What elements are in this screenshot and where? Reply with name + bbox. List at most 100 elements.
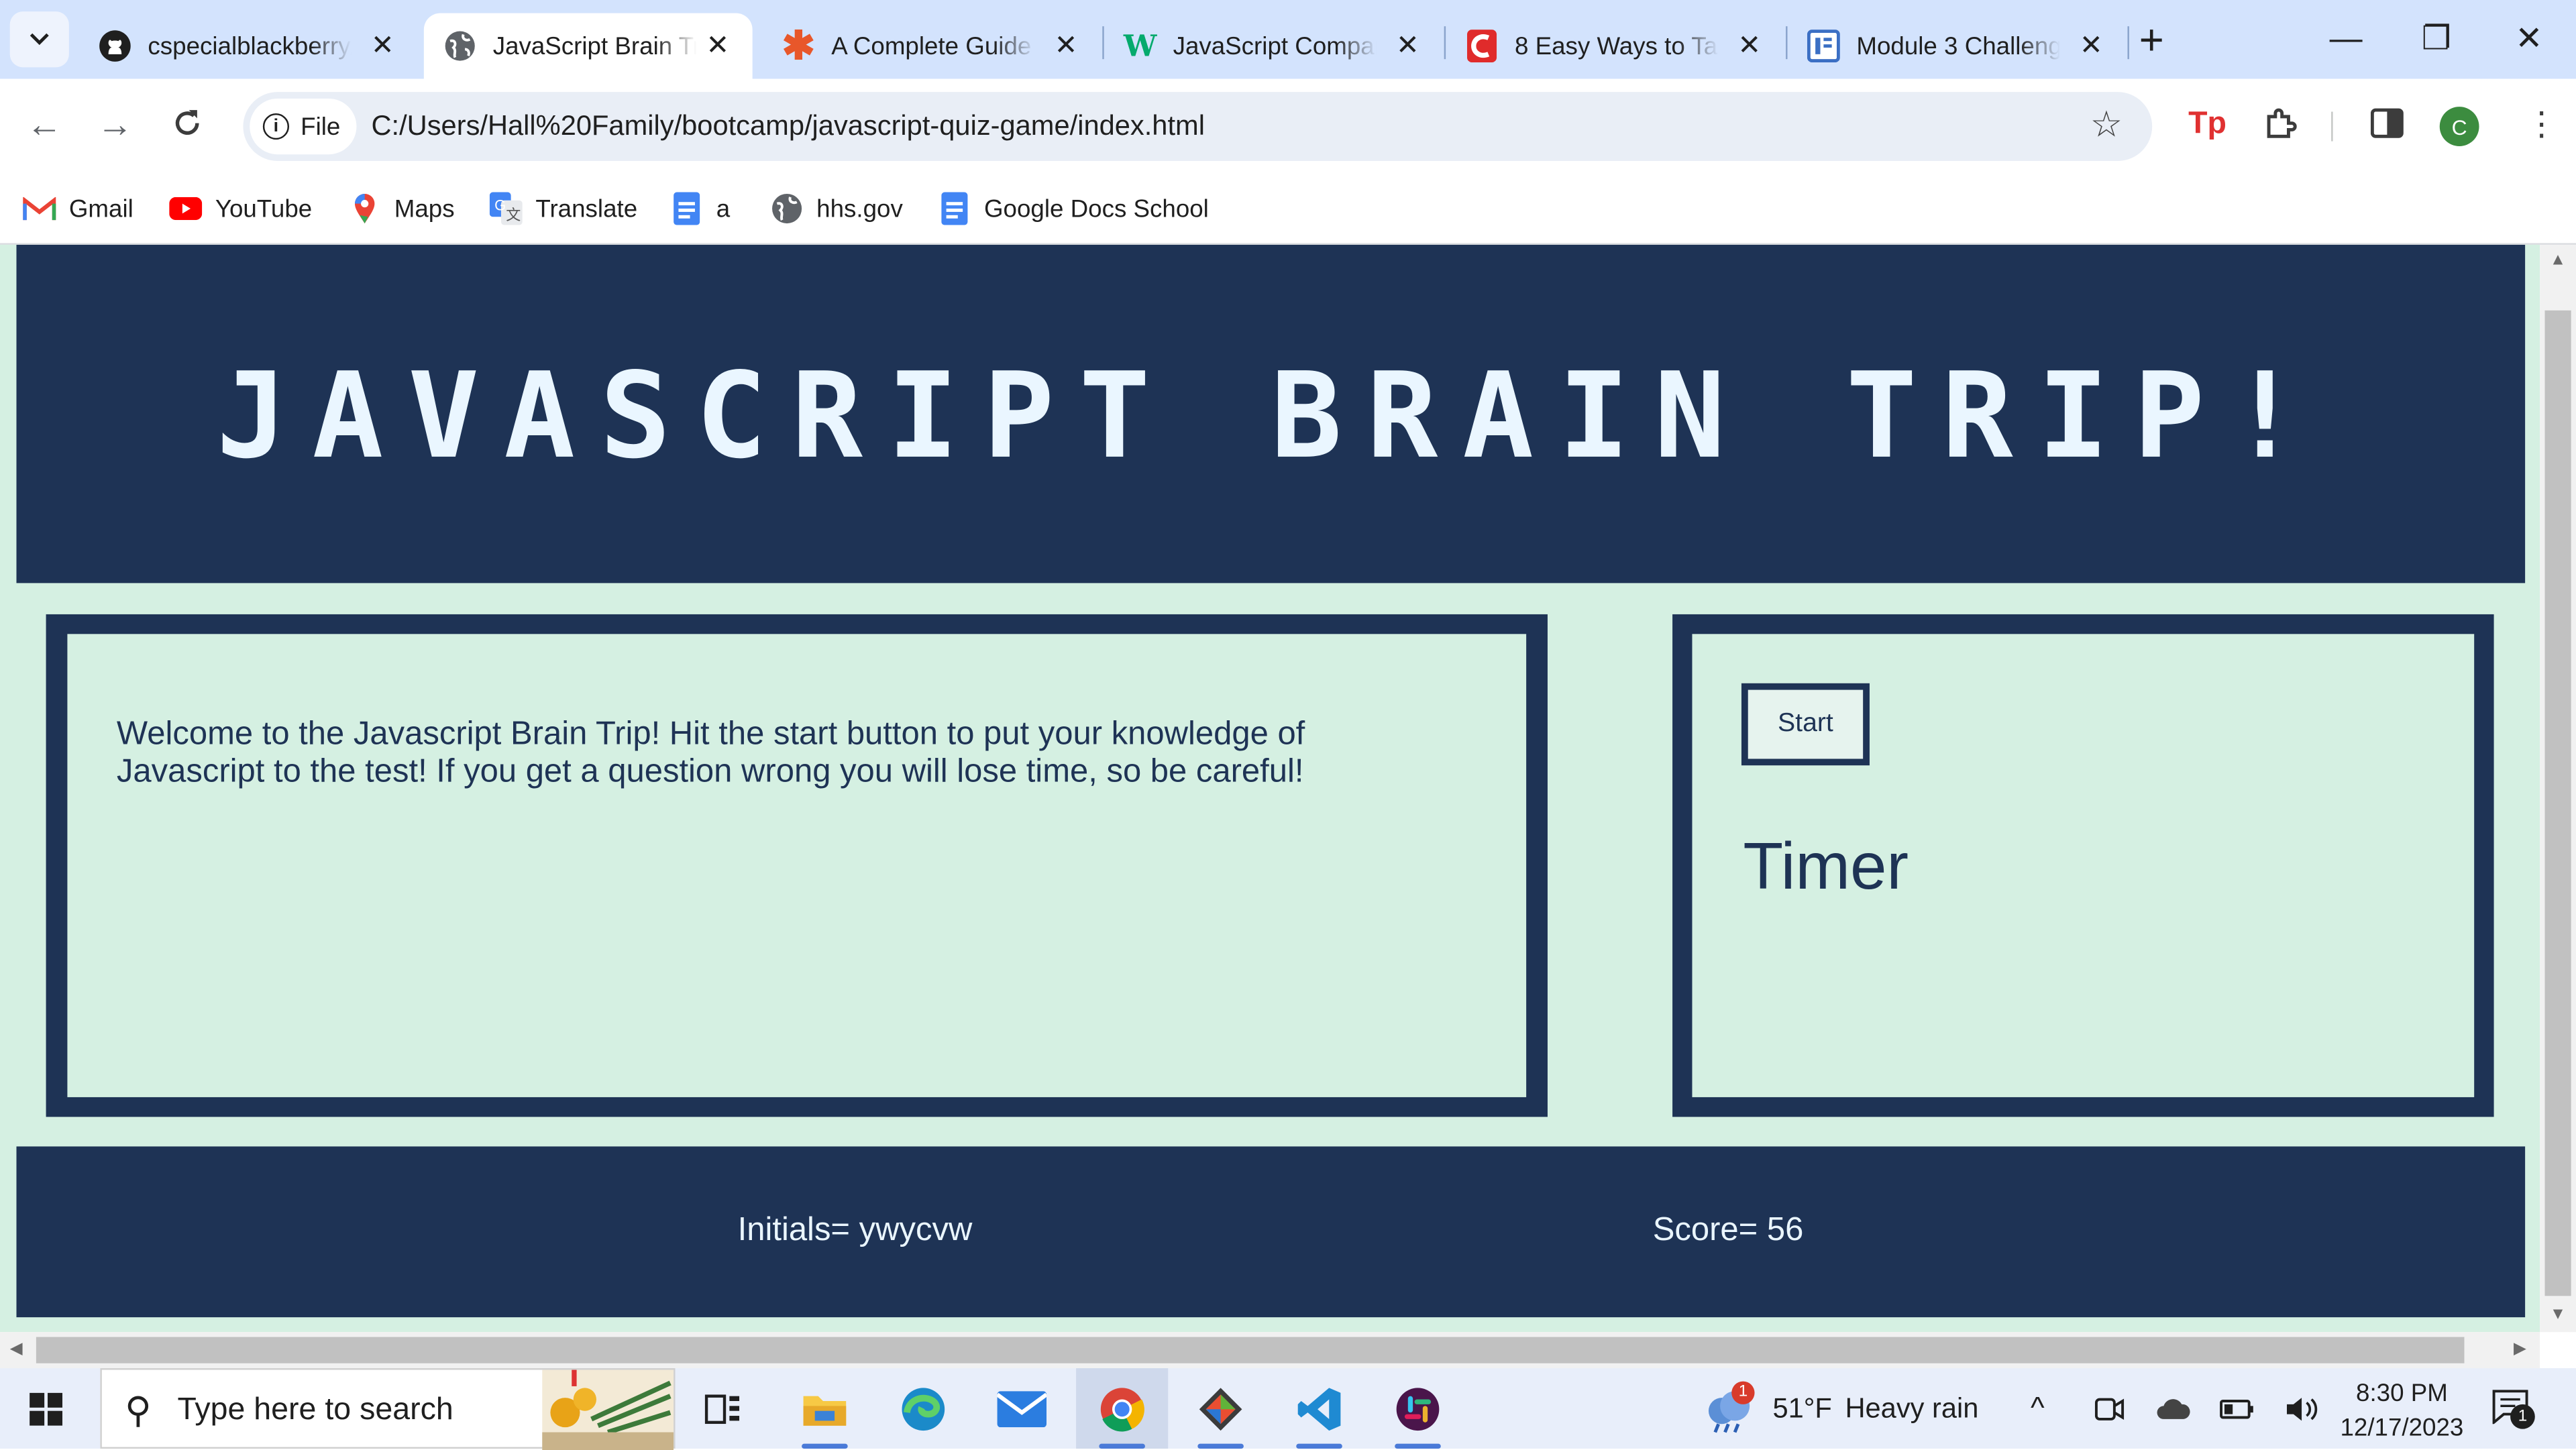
slack-icon[interactable]: [1372, 1368, 1464, 1449]
running-indicator: [802, 1443, 848, 1449]
url-text[interactable]: C:/Users/Hall%20Family/bootcamp/javascri…: [371, 110, 1204, 143]
globe-icon: [771, 193, 804, 224]
address-bar[interactable]: i File C:/Users/Hall%20Family/bootcamp/j…: [243, 92, 2153, 162]
weather-widget[interactable]: 1 51°F Heavy rain: [1702, 1368, 1978, 1449]
weather-badge: 1: [1731, 1380, 1755, 1404]
close-icon[interactable]: ✕: [1396, 30, 1419, 62]
doc-icon: [1807, 30, 1840, 63]
welcome-panel: Welcome to the Javascript Brain Trip! Hi…: [46, 614, 1548, 1117]
close-icon[interactable]: ✕: [1737, 30, 1761, 62]
close-icon[interactable]: ✕: [706, 30, 729, 62]
tab-label: JavaScript Comparison: [1173, 32, 1377, 60]
tab-label: 8 Easy Ways to Take: [1514, 32, 1719, 60]
horizontal-scrollbar[interactable]: ◀ ▶: [0, 1332, 2540, 1369]
new-tab-button[interactable]: +: [2139, 16, 2164, 62]
volume-icon[interactable]: [2284, 1368, 2320, 1449]
scroll-left-icon[interactable]: ◀: [10, 1340, 23, 1358]
scroll-right-icon[interactable]: ▶: [2514, 1340, 2526, 1358]
tab-separator: [2127, 26, 2129, 60]
asterisk-icon: ✱: [782, 23, 815, 68]
windows-start-icon[interactable]: [30, 1392, 63, 1434]
extensions-puzzle-icon[interactable]: [2262, 107, 2298, 151]
welcome-message: Welcome to the Javascript Brain Trip! Hi…: [116, 716, 1305, 790]
page-title: JAVASCRIPT BRAIN TRIP!: [216, 346, 2326, 485]
bookmarks-bar: Gmail YouTube Maps G文 Translate a hhs.go…: [0, 174, 2576, 245]
vertical-scrollbar[interactable]: ▲ ▼: [2540, 244, 2576, 1333]
system-clock[interactable]: 8:30 PM 12/17/2023: [2333, 1376, 2471, 1445]
forward-arrow-icon[interactable]: →: [97, 105, 133, 145]
svg-text:文: 文: [506, 207, 521, 223]
c-logo-icon: [1466, 30, 1499, 63]
tab-8-easy-ways[interactable]: 8 Easy Ways to Take ✕: [1446, 13, 1784, 79]
search-icon: ⚲: [125, 1389, 152, 1431]
menu-kebab-icon[interactable]: ⋮: [2525, 103, 2558, 144]
bookmark-google-docs-school[interactable]: Google Docs School: [938, 187, 1209, 230]
site-info-chip[interactable]: i File: [250, 98, 357, 155]
score-display: Score= 56: [1652, 1212, 1804, 1249]
git-icon[interactable]: [1175, 1368, 1267, 1449]
clock-date: 12/17/2023: [2340, 1414, 2464, 1443]
close-icon[interactable]: ✕: [1055, 30, 1078, 62]
close-window-button[interactable]: ✕: [2515, 16, 2542, 62]
tab-strip: cspecialblackberry/ ✕ JavaScript Brain T…: [0, 0, 2576, 79]
chrome-icon[interactable]: [1076, 1368, 1169, 1449]
vscode-icon[interactable]: [1273, 1368, 1365, 1449]
bookmark-youtube[interactable]: YouTube: [169, 187, 312, 230]
teleparty-extension-icon[interactable]: Tp: [2188, 107, 2226, 143]
start-button[interactable]: Start: [1741, 683, 1870, 766]
scroll-up-icon[interactable]: ▲: [2550, 252, 2566, 270]
site-header: JAVASCRIPT BRAIN TRIP!: [16, 244, 2526, 583]
page-viewport: JAVASCRIPT BRAIN TRIP! Welcome to the Ja…: [0, 244, 2540, 1333]
weather-rain-icon: 1: [1702, 1380, 1758, 1433]
profile-avatar[interactable]: C: [2439, 107, 2479, 146]
horizontal-scroll-thumb[interactable]: [36, 1337, 2465, 1363]
bookmark-gmail[interactable]: Gmail: [23, 187, 133, 230]
scheme-label: File: [301, 112, 341, 141]
scroll-down-icon[interactable]: ▼: [2550, 1306, 2566, 1324]
timer-panel-inner: Start Timer: [1692, 634, 2475, 1097]
file-explorer-icon[interactable]: [779, 1368, 871, 1449]
clock-time: 8:30 PM: [2356, 1380, 2448, 1408]
bookmark-maps[interactable]: Maps: [348, 187, 455, 230]
bookmark-label: Translate: [535, 194, 638, 223]
tab-module-3-challenge[interactable]: Module 3 Challenge ✕: [1788, 13, 2126, 79]
weather-condition: Heavy rain: [1845, 1392, 1979, 1424]
task-view-icon[interactable]: [677, 1368, 769, 1449]
notification-count: 1: [2510, 1403, 2535, 1429]
restore-button[interactable]: ❐: [2422, 16, 2451, 62]
mail-icon[interactable]: [976, 1368, 1068, 1449]
tab-label: JavaScript Brain Trip: [492, 32, 697, 60]
side-panel-icon[interactable]: [2370, 107, 2404, 148]
translate-icon: G文: [489, 192, 523, 225]
meet-now-icon[interactable]: [2094, 1368, 2125, 1449]
docs-icon: [938, 192, 971, 225]
vertical-scroll-thumb[interactable]: [2544, 310, 2571, 1296]
bookmark-translate[interactable]: G文 Translate: [489, 187, 638, 230]
bookmark-hhs-gov[interactable]: hhs.gov: [771, 187, 903, 230]
search-highlight-ornament-icon: [542, 1370, 674, 1450]
tab-search-button[interactable]: [9, 11, 69, 68]
tab-complete-guide[interactable]: ✱ A Complete Guide ✕: [762, 13, 1100, 79]
globe-icon: [443, 30, 476, 62]
bookmark-label: Maps: [394, 194, 455, 223]
tab-label: A Complete Guide: [831, 32, 1032, 60]
search-placeholder: Type here to search: [177, 1392, 453, 1428]
close-icon[interactable]: ✕: [2080, 30, 2103, 62]
edge-icon[interactable]: [877, 1368, 969, 1449]
battery-icon[interactable]: [2220, 1368, 2256, 1449]
reload-icon[interactable]: [171, 105, 204, 148]
onedrive-cloud-icon[interactable]: [2155, 1368, 2192, 1449]
chevron-down-icon: [30, 33, 49, 46]
back-arrow-icon[interactable]: ←: [26, 105, 62, 145]
close-icon[interactable]: ✕: [371, 30, 394, 62]
taskbar-search-box[interactable]: ⚲ Type here to search: [100, 1368, 676, 1450]
bookmark-a[interactable]: a: [670, 187, 730, 230]
maps-pin-icon: [348, 193, 381, 224]
tray-chevron-up-icon[interactable]: ^: [2031, 1368, 2045, 1449]
notification-center-icon[interactable]: 1: [2491, 1368, 2535, 1449]
minimize-button[interactable]: —: [2330, 16, 2363, 62]
tab-github[interactable]: cspecialblackberry/ ✕: [79, 13, 417, 79]
tab-javascript-comparison[interactable]: W JavaScript Comparison ✕: [1104, 13, 1442, 79]
tab-javascript-brain-trip[interactable]: JavaScript Brain Trip ✕: [423, 13, 753, 79]
bookmark-star-icon[interactable]: ☆: [2090, 105, 2123, 145]
